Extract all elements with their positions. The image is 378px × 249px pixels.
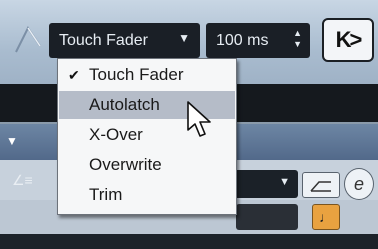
envelope-icon <box>310 181 331 192</box>
menu-item-touch-fader[interactable]: ✔ Touch Fader <box>59 61 235 89</box>
collapse-triangle-icon[interactable]: ▼ <box>6 134 18 148</box>
mouse-pointer-icon <box>187 101 211 137</box>
up-down-spinner-icon[interactable]: ▲ ▼ <box>293 28 302 50</box>
chevron-down-icon: ▼ <box>178 31 190 45</box>
menu-item-overwrite[interactable]: Overwrite <box>59 151 235 179</box>
track-select[interactable]: ▼ <box>230 170 298 198</box>
track-type-icon: ∠≡ <box>12 172 33 188</box>
menu-item-label: Touch Fader <box>89 65 184 84</box>
return-time-value: 100 ms <box>216 31 269 49</box>
navigate-button-label: K> <box>335 27 363 52</box>
music-note-icon: ♩ <box>319 209 333 225</box>
menu-item-label: Autolatch <box>89 95 160 114</box>
edit-button-label: e <box>353 174 364 194</box>
automation-mode-select[interactable]: Touch Fader ▼ <box>49 23 200 58</box>
checkmark-icon: ✔ <box>68 67 80 83</box>
music-note-button[interactable]: ♩ <box>312 204 340 230</box>
track-row <box>0 234 378 249</box>
edit-button[interactable]: e <box>344 168 374 200</box>
chevron-down-icon: ▼ <box>279 176 290 188</box>
return-time-field[interactable]: 100 ms ▲ ▼ <box>206 23 310 58</box>
menu-item-trim[interactable]: Trim <box>59 181 235 209</box>
envelope-button[interactable] <box>302 172 340 198</box>
menu-item-label: X-Over <box>89 125 143 144</box>
navigate-button[interactable]: K> <box>322 18 374 62</box>
menu-item-label: Trim <box>89 185 123 204</box>
automation-mode-value: Touch Fader <box>59 31 148 49</box>
menu-item-label: Overwrite <box>89 155 162 174</box>
ramp-icon <box>15 26 41 53</box>
track-value-field[interactable] <box>236 204 298 230</box>
